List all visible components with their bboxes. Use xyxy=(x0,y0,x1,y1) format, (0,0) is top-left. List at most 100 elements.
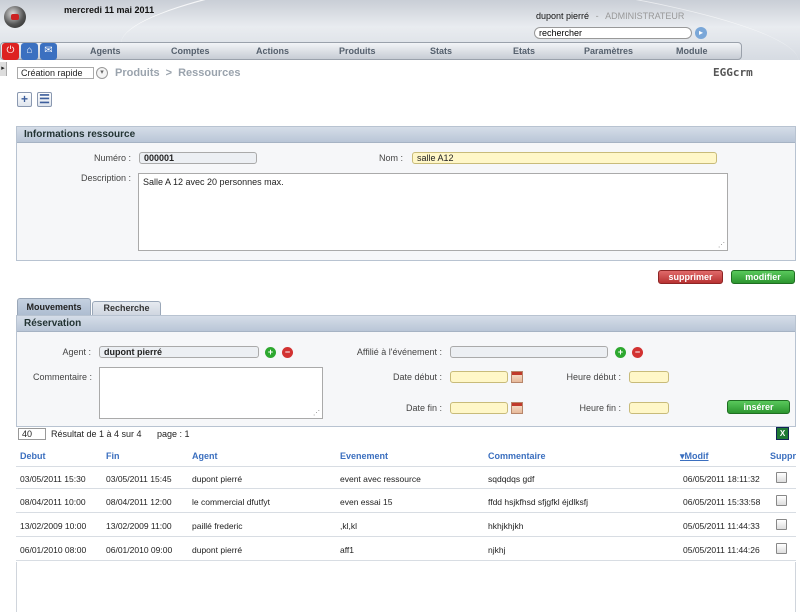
cell-fin: 06/01/2010 09:00 xyxy=(106,545,173,555)
cell-fin: 03/05/2011 15:45 xyxy=(106,474,172,484)
commentaire-textarea[interactable]: ⋰ xyxy=(99,367,323,419)
add-agent-icon[interactable]: + xyxy=(265,347,276,358)
add-event-icon[interactable]: + xyxy=(615,347,626,358)
heure-debut-label: Heure début : xyxy=(566,372,621,382)
numero-field[interactable]: 000001 xyxy=(139,152,257,164)
cell-evenement: ,kl,kl xyxy=(340,521,357,531)
table-row[interactable]: 06/01/2010 08:00 06/01/2010 09:00 dupont… xyxy=(16,538,796,561)
nav-item-comptes[interactable]: Comptes xyxy=(171,46,210,56)
info-panel: Informations ressource Numéro : 000001 N… xyxy=(16,126,796,261)
reservation-panel: Réservation Agent : dupont pierré + − Af… xyxy=(16,315,796,427)
delete-button[interactable]: supprimer xyxy=(658,270,723,284)
home-icon[interactable]: ⌂ xyxy=(21,43,38,60)
cell-evenement: even essai 15 xyxy=(340,497,393,507)
nom-label: Nom : xyxy=(378,153,403,163)
insert-button[interactable]: insérer xyxy=(727,400,790,414)
user-role: ADMINISTRATEUR xyxy=(605,11,685,21)
table-row[interactable]: 03/05/2011 15:30 03/05/2011 15:45 dupont… xyxy=(16,466,796,489)
remove-agent-icon[interactable]: − xyxy=(282,347,293,358)
breadcrumb-item-ressources: Ressources xyxy=(178,67,241,79)
column-header-evenement[interactable]: Evenement xyxy=(340,451,388,461)
search-input[interactable] xyxy=(534,27,692,39)
nav-item-etats[interactable]: Etats xyxy=(513,46,535,56)
table-empty-area xyxy=(16,562,796,612)
nav-item-produits[interactable]: Produits xyxy=(339,46,376,56)
app-logo-icon xyxy=(4,6,26,28)
brand-logo: EGGcrm xyxy=(713,66,753,79)
column-header-modif-label: Modif xyxy=(684,451,709,461)
resize-handle-icon[interactable]: ⋰ xyxy=(313,409,320,417)
cell-evenement: aff1 xyxy=(340,545,355,555)
mail-icon[interactable]: ✉ xyxy=(40,43,57,60)
nom-field[interactable]: salle A12 xyxy=(412,152,717,164)
delete-checkbox[interactable] xyxy=(776,543,787,554)
description-textarea[interactable]: Salle A 12 avec 20 personnes max. ⋰ xyxy=(138,173,728,251)
cell-modif: 06/05/2011 15:33:58 xyxy=(683,497,761,507)
heure-fin-field[interactable] xyxy=(629,402,669,414)
calendar-icon[interactable] xyxy=(511,371,523,383)
cell-debut: 06/01/2010 08:00 xyxy=(20,545,87,555)
column-header-agent[interactable]: Agent xyxy=(192,451,218,461)
calendar-icon[interactable] xyxy=(511,402,523,414)
delete-checkbox[interactable] xyxy=(776,519,787,530)
sidebar-toggle-icon[interactable]: ▸ xyxy=(0,62,7,76)
cell-agent: dupont pierré xyxy=(192,545,243,555)
column-header-debut[interactable]: Debut xyxy=(20,451,46,461)
power-icon[interactable]: ⏻ xyxy=(2,43,19,60)
breadcrumb: Produits > Ressources xyxy=(115,67,240,79)
date-debut-field[interactable] xyxy=(450,371,508,383)
quick-create-select[interactable]: Création rapide xyxy=(17,67,94,79)
cell-debut: 13/02/2009 10:00 xyxy=(20,521,87,531)
description-text: Salle A 12 avec 20 personnes max. xyxy=(143,177,284,187)
cell-modif: 05/05/2011 11:44:33 xyxy=(683,521,760,531)
cell-modif: 06/05/2011 18:11:32 xyxy=(683,474,760,484)
cell-commentaire: ffdd hsjkfhsd sfjgfkl éjdlksfj xyxy=(488,497,588,507)
numero-label: Numéro : xyxy=(93,153,131,163)
nav-item-module[interactable]: Module xyxy=(676,46,708,56)
table-row[interactable]: 13/02/2009 10:00 13/02/2009 11:00 paillé… xyxy=(16,514,796,537)
nav-item-actions[interactable]: Actions xyxy=(256,46,289,56)
search-go-icon[interactable]: ▸ xyxy=(695,27,707,39)
add-icon[interactable]: + xyxy=(17,92,32,107)
current-date: mercredi 11 mai 2011 xyxy=(64,5,155,15)
affilie-field[interactable] xyxy=(450,346,608,358)
nav-item-parametres[interactable]: Paramètres xyxy=(584,46,633,56)
excel-export-icon[interactable]: X xyxy=(776,427,789,440)
user-name[interactable]: dupont pierré xyxy=(536,11,589,21)
modify-button[interactable]: modifier xyxy=(731,270,795,284)
delete-checkbox[interactable] xyxy=(776,495,787,506)
agent-label: Agent : xyxy=(62,347,91,357)
commentaire-label: Commentaire : xyxy=(32,372,92,382)
cell-agent: paillé frederic xyxy=(192,521,243,531)
cell-commentaire: hkhjkhjkh xyxy=(488,521,524,531)
user-separator: - xyxy=(595,11,599,21)
user-info: dupont pierré - ADMINISTRATEUR xyxy=(536,11,684,21)
column-header-modif[interactable]: ▾Modif xyxy=(680,451,709,462)
cell-agent: le commercial dfutfyt xyxy=(192,497,270,507)
breadcrumb-item-produits[interactable]: Produits xyxy=(115,67,160,79)
remove-event-icon[interactable]: − xyxy=(632,347,643,358)
resize-handle-icon[interactable]: ⋰ xyxy=(718,241,725,249)
chevron-down-icon[interactable]: ▾ xyxy=(96,67,108,79)
nav-item-stats[interactable]: Stats xyxy=(430,46,452,56)
tab-recherche[interactable]: Recherche xyxy=(92,301,161,315)
column-header-fin[interactable]: Fin xyxy=(106,451,120,461)
delete-checkbox[interactable] xyxy=(776,472,787,483)
column-header-suppr: Suppr xyxy=(770,451,796,461)
agent-field[interactable]: dupont pierré xyxy=(99,346,259,358)
affilie-label: Affilié à l'événement : xyxy=(356,347,442,357)
list-icon[interactable]: ☰ xyxy=(37,92,52,107)
cell-evenement: event avec ressource xyxy=(340,474,421,484)
cell-fin: 13/02/2009 11:00 xyxy=(106,521,172,531)
column-header-commentaire[interactable]: Commentaire xyxy=(488,451,546,461)
table-row[interactable]: 08/04/2011 10:00 08/04/2011 12:00 le com… xyxy=(16,490,796,513)
date-fin-field[interactable] xyxy=(450,402,508,414)
cell-modif: 05/05/2011 11:44:26 xyxy=(683,545,760,555)
nav-item-agents[interactable]: Agents xyxy=(90,46,121,56)
breadcrumb-separator: > xyxy=(165,67,173,79)
per-page-input[interactable]: 40 xyxy=(18,428,46,440)
reservation-panel-title: Réservation xyxy=(17,316,795,332)
tab-mouvements[interactable]: Mouvements xyxy=(17,298,91,315)
date-fin-label: Date fin : xyxy=(405,403,442,413)
heure-debut-field[interactable] xyxy=(629,371,669,383)
